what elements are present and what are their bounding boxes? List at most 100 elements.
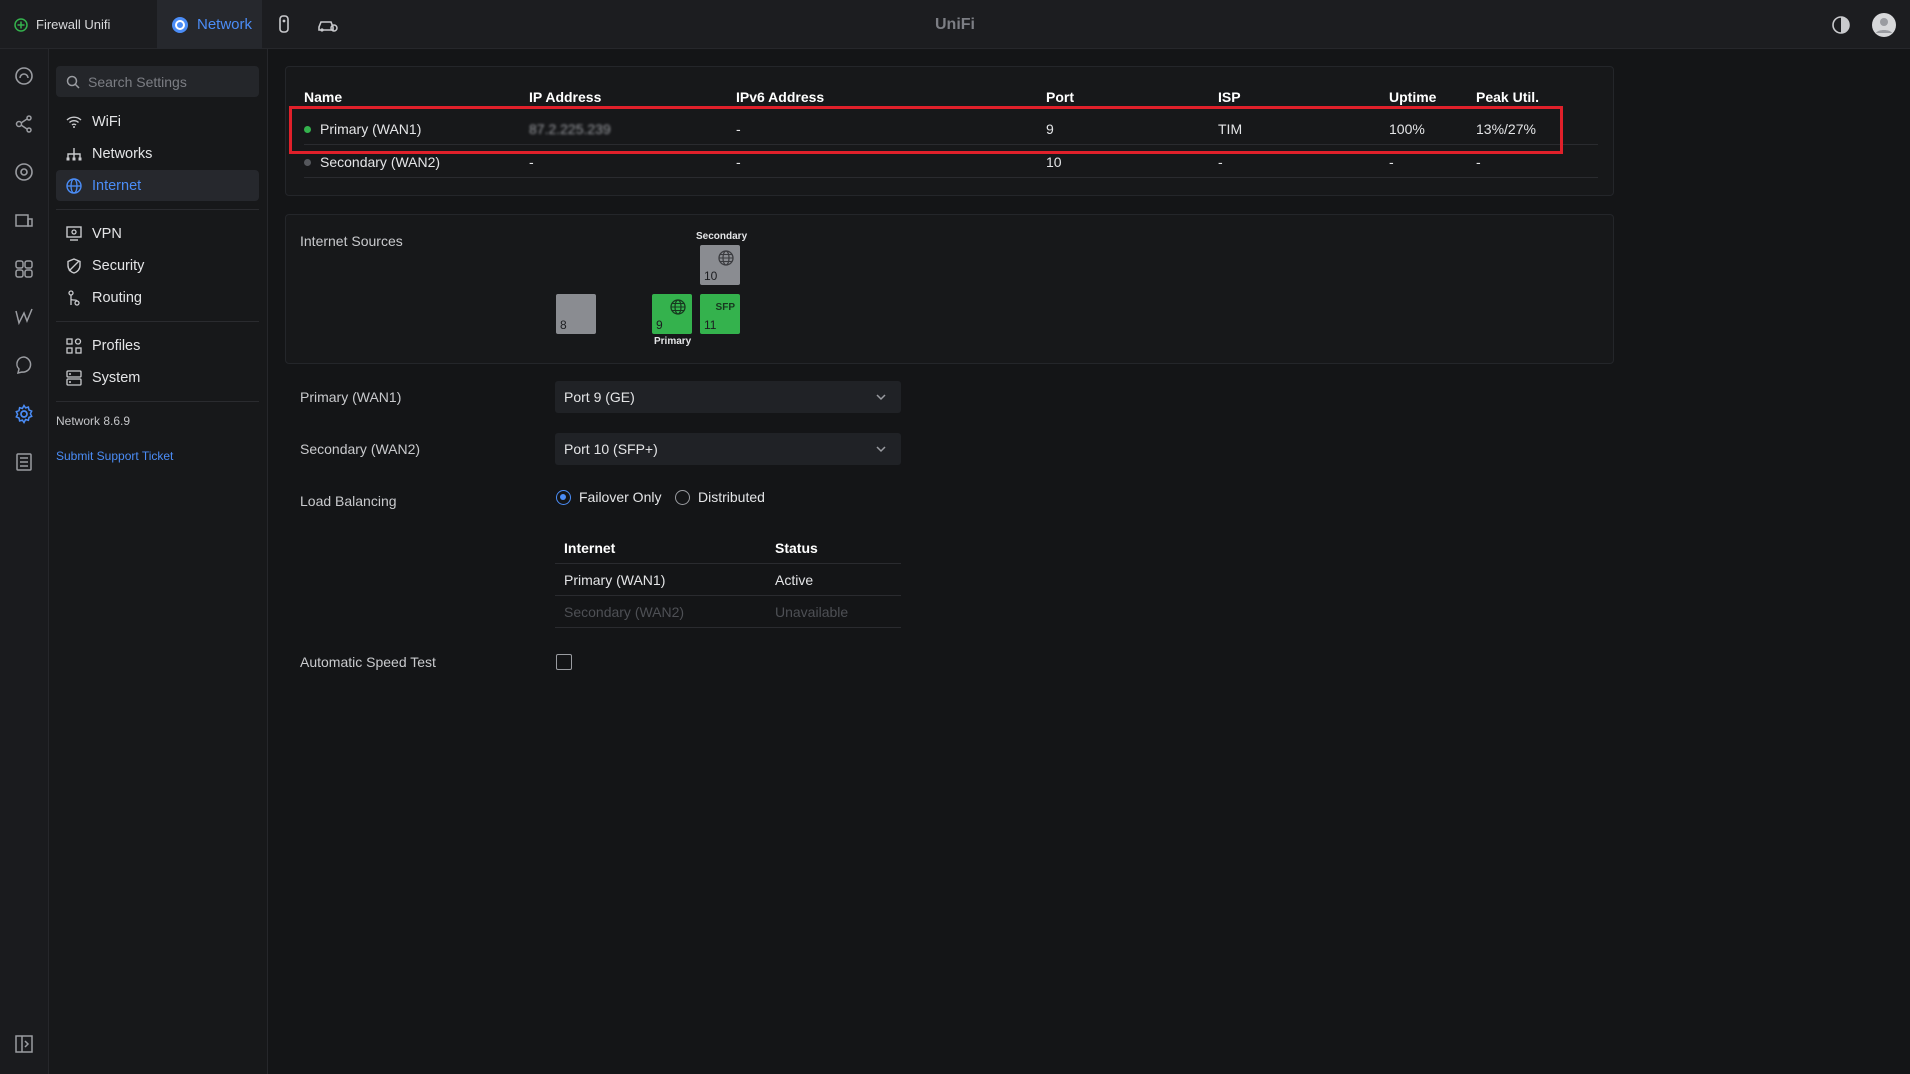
profiles-icon xyxy=(65,337,82,354)
top-bar: Firewall Unifi Network UniFi xyxy=(0,0,1910,49)
wan-peak-util: - xyxy=(1476,154,1481,170)
sidebar-item-profiles[interactable]: Profiles xyxy=(56,330,259,361)
load-balancing-label: Load Balancing xyxy=(300,493,397,509)
table-row-wan2[interactable]: Secondary (WAN2) - - 10 - - - xyxy=(304,146,1598,178)
radio-selected-icon xyxy=(556,489,571,505)
port-8[interactable]: 8 xyxy=(556,294,596,334)
network-app-icon xyxy=(172,16,188,33)
wan-isp: - xyxy=(1218,154,1223,170)
sidebar-item-label: Profiles xyxy=(92,337,141,354)
theme-toggle-icon[interactable] xyxy=(1830,14,1852,36)
sidebar-item-internet[interactable]: Internet xyxy=(56,170,259,201)
sidebar-item-networks[interactable]: Networks xyxy=(56,138,259,169)
client-devices-icon[interactable] xyxy=(12,209,36,233)
sidebar-item-label: Routing xyxy=(92,289,142,306)
port-10[interactable]: 10 xyxy=(700,245,740,285)
internet-sources-label: Internet Sources xyxy=(300,233,403,249)
column-header: Uptime xyxy=(1389,89,1437,105)
networks-icon xyxy=(65,145,82,162)
sidebar-item-label: VPN xyxy=(92,225,122,242)
alerts-icon[interactable] xyxy=(12,353,36,377)
user-avatar[interactable] xyxy=(1871,12,1897,38)
search-settings[interactable] xyxy=(56,66,259,97)
chevron-down-icon xyxy=(876,394,886,401)
radio-failover-only[interactable]: Failover Only xyxy=(556,489,661,505)
sidebar-item-vpn[interactable]: VPN xyxy=(56,218,259,249)
column-header: IP Address xyxy=(529,89,602,105)
search-input[interactable] xyxy=(88,73,248,90)
vehicle-settings-icon[interactable] xyxy=(317,14,339,36)
column-header: Internet xyxy=(564,540,616,556)
sidebar-divider xyxy=(56,401,259,402)
lb-internet: Secondary (WAN2) xyxy=(564,604,685,620)
sidebar-item-label: Internet xyxy=(92,177,142,194)
table-row: Secondary (WAN2) Unavailable xyxy=(555,596,901,628)
lb-internet: Primary (WAN1) xyxy=(564,572,666,588)
globe-icon xyxy=(670,299,686,318)
status-dot-offline xyxy=(304,159,311,166)
search-icon xyxy=(66,75,80,89)
automatic-speed-test-checkbox[interactable] xyxy=(556,654,572,670)
sidebar-divider xyxy=(56,209,259,210)
secondary-wan-select[interactable]: Port 10 (SFP+) xyxy=(555,433,901,465)
secondary-caption: Secondary xyxy=(696,231,748,242)
radio-unselected-icon xyxy=(675,489,690,505)
column-header: Port xyxy=(1046,89,1074,105)
port-11[interactable]: SFP 11 xyxy=(700,294,740,334)
wan-uptime: 100% xyxy=(1389,121,1425,137)
column-header: Status xyxy=(775,540,818,556)
sidebar-item-wifi[interactable]: WiFi xyxy=(56,106,259,137)
radio-label: Failover Only xyxy=(579,489,662,505)
site-tab[interactable]: Firewall Unifi xyxy=(0,0,157,49)
sidebar-item-routing[interactable]: Routing xyxy=(56,282,259,313)
radio-distributed[interactable]: Distributed xyxy=(675,489,765,505)
system-icon xyxy=(65,369,82,386)
network-tab[interactable]: Network xyxy=(157,0,262,49)
wan-peak-util: 13%/27% xyxy=(1476,121,1536,137)
sidebar-item-label: WiFi xyxy=(92,113,121,130)
dashboard-icon[interactable] xyxy=(12,64,36,88)
port-number: 9 xyxy=(656,318,663,332)
internet-sources-card xyxy=(285,214,1614,364)
wan-name: Primary (WAN1) xyxy=(320,121,422,137)
wan-port: 9 xyxy=(1046,121,1054,137)
primary-wan-select[interactable]: Port 9 (GE) xyxy=(555,381,901,413)
primary-caption: Primary xyxy=(654,336,692,347)
lb-status: Active xyxy=(775,572,814,588)
port-number: 11 xyxy=(704,318,717,332)
port-9[interactable]: 9 xyxy=(652,294,692,334)
sidebar-item-system[interactable]: System xyxy=(56,362,259,393)
sidebar-item-label: Networks xyxy=(92,145,153,162)
insights-icon[interactable] xyxy=(12,305,36,329)
column-header: ISP xyxy=(1218,89,1241,105)
shield-icon xyxy=(65,257,82,274)
sidebar-item-security[interactable]: Security xyxy=(56,250,259,281)
topology-icon[interactable] xyxy=(12,112,36,136)
radio-label: Distributed xyxy=(698,489,765,505)
unifi-devices-icon[interactable] xyxy=(12,160,36,184)
wan-name: Secondary (WAN2) xyxy=(320,154,441,170)
wan-ipv6: - xyxy=(736,121,741,137)
ports-icon[interactable] xyxy=(12,257,36,281)
wan-port: 10 xyxy=(1046,154,1062,170)
site-name: Firewall Unifi xyxy=(36,17,111,32)
wan-ip: 87.2.225.239 xyxy=(529,121,611,137)
collapse-panel-icon[interactable] xyxy=(12,1032,36,1056)
port-number: 8 xyxy=(560,318,567,332)
table-row-wan1[interactable]: Primary (WAN1) 87.2.225.239 - 9 TIM 100%… xyxy=(304,113,1598,145)
select-value: Port 10 (SFP+) xyxy=(564,441,658,457)
submit-support-ticket-link[interactable]: Submit Support Ticket xyxy=(56,449,173,463)
settings-sidebar: WiFi Networks Internet VPN Security Rout… xyxy=(49,49,268,1074)
settings-icon[interactable] xyxy=(12,402,36,426)
wan-ip: - xyxy=(529,154,534,170)
automatic-speed-test-label: Automatic Speed Test xyxy=(300,654,436,670)
sidebar-item-label: System xyxy=(92,369,141,386)
system-log-icon[interactable] xyxy=(12,450,36,474)
device-icon[interactable] xyxy=(273,14,295,36)
lb-status: Unavailable xyxy=(775,604,849,620)
sidebar-divider xyxy=(56,321,259,322)
vpn-icon xyxy=(65,225,82,242)
app-version: Network 8.6.9 xyxy=(56,414,131,428)
globe-icon xyxy=(718,250,734,269)
wan-uptime: - xyxy=(1389,154,1394,170)
